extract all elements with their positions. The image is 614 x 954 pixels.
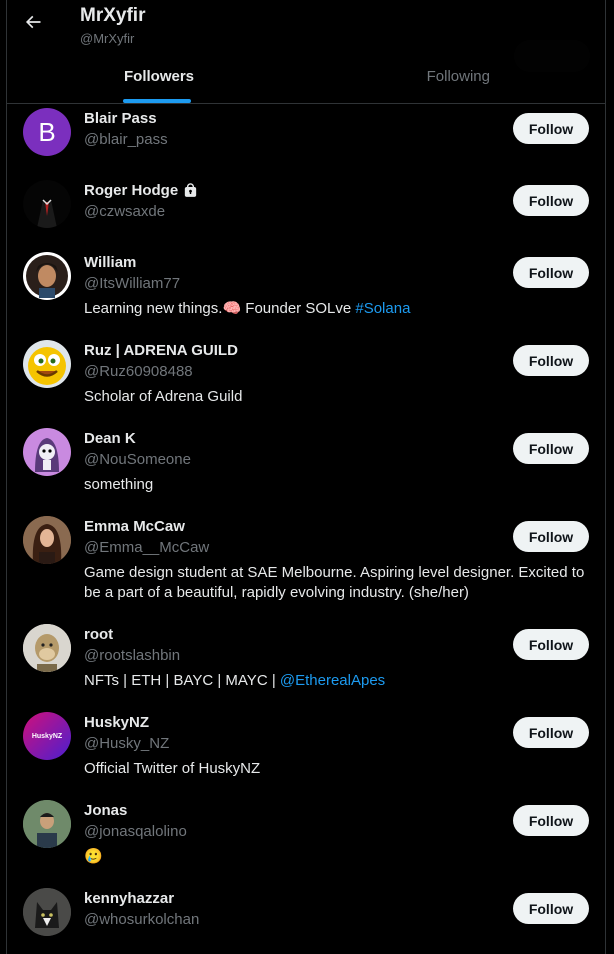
mention-link[interactable]: @EtherealApes: [280, 672, 385, 689]
tab-following[interactable]: Following: [306, 54, 605, 103]
bio-text: NFTs | ETH | BAYC | MAYC |: [84, 672, 280, 689]
ghost-avatar-icon: [35, 438, 59, 472]
follow-button[interactable]: Follow: [513, 521, 589, 552]
avatar[interactable]: [23, 888, 71, 936]
avatar[interactable]: [23, 180, 71, 228]
user-handle: @Husky_NZ: [84, 735, 170, 752]
user-handle: @blair_pass: [84, 131, 168, 148]
user-bio: something: [84, 476, 154, 493]
header-divider: [7, 103, 605, 104]
follow-button[interactable]: Follow: [513, 433, 589, 464]
suit-avatar-icon: [37, 199, 57, 228]
user-name-container[interactable]: Roger Hodge: [84, 182, 199, 199]
bio-text-continued: Founder SOLve: [241, 300, 356, 317]
list-item[interactable]: root @rootslashbin NFTs | ETH | BAYC | M…: [7, 620, 605, 708]
list-item[interactable]: William @ItsWilliam77 Learning new thing…: [7, 248, 605, 336]
avatar[interactable]: [23, 624, 71, 672]
user-handle: @rootslashbin: [84, 647, 181, 664]
avatar[interactable]: [23, 252, 71, 300]
list-item[interactable]: Jonas @jonasqalolino 🥲 Follow: [7, 796, 605, 884]
user-bio: Learning new things.🧠 Founder SOLve #Sol…: [84, 299, 589, 319]
avatar[interactable]: [23, 340, 71, 388]
user-name[interactable]: Emma McCaw: [84, 518, 185, 535]
list-item[interactable]: HuskyNZ HuskyNZ @Husky_NZ Official Twitt…: [7, 708, 605, 796]
ape-avatar-icon: [23, 624, 71, 672]
hashtag-link[interactable]: #Solana: [355, 300, 410, 317]
user-handle: @ItsWilliam77: [84, 275, 181, 292]
tab-followers-label: Followers: [124, 68, 195, 85]
user-handle: @jonasqalolino: [84, 823, 187, 840]
avatar[interactable]: [23, 516, 71, 564]
list-item[interactable]: Roger Hodge @czwsaxde Follow: [7, 176, 605, 248]
follow-button[interactable]: Follow: [513, 893, 589, 924]
list-item[interactable]: B Blair Pass @blair_pass Follow: [7, 104, 605, 176]
user-handle: @czwsaxde: [84, 203, 166, 220]
avatar[interactable]: [23, 800, 71, 848]
followers-list: B Blair Pass @blair_pass Follow Roger Ho…: [7, 104, 605, 954]
follow-button[interactable]: Follow: [513, 185, 589, 216]
user-bio: Game design student at SAE Melbourne. As…: [84, 564, 585, 601]
follow-button[interactable]: Follow: [513, 629, 589, 660]
avatar-letter-b: B: [38, 116, 56, 147]
user-bio: Scholar of Adrena Guild: [84, 388, 243, 405]
user-bio: Official Twitter of HuskyNZ: [84, 760, 261, 777]
user-name[interactable]: HuskyNZ: [84, 714, 149, 731]
top-header: MrXyfir @MrXyfir Followers Following: [7, 0, 605, 104]
tab-following-label: Following: [426, 68, 490, 85]
list-item[interactable]: Emma McCaw @Emma__McCaw Game design stud…: [7, 512, 605, 620]
lock-icon: [185, 183, 197, 197]
avatar[interactable]: [23, 428, 71, 476]
cat-photo-icon: [23, 888, 71, 936]
user-name[interactable]: Ruz | ADRENA GUILD: [84, 342, 238, 359]
cartoon-portrait-icon: [26, 255, 68, 298]
back-button[interactable]: [19, 8, 47, 36]
user-name[interactable]: Dean K: [84, 430, 136, 447]
avatar-logo-text: HuskyNZ: [31, 732, 63, 740]
user-handle: @Emma__McCaw: [84, 539, 210, 556]
back-arrow-icon: [25, 15, 41, 29]
page-title: MrXyfir: [80, 5, 146, 26]
follow-button[interactable]: Follow: [513, 257, 589, 288]
bio-text: Learning new things.: [84, 300, 223, 317]
user-bio: NFTs | ETH | BAYC | MAYC | @EtherealApes: [84, 671, 589, 691]
list-item[interactable]: kennyhazzar @whosurkolchan Follow: [7, 884, 605, 954]
user-name[interactable]: Blair Pass: [84, 110, 157, 127]
man-photo-icon: [23, 800, 71, 848]
app-frame: MrXyfir @MrXyfir Followers Following B B…: [6, 0, 606, 954]
tab-bar: Followers Following: [7, 54, 605, 103]
user-name[interactable]: kennyhazzar: [84, 890, 174, 907]
woman-photo-icon: [23, 516, 71, 564]
follow-button[interactable]: Follow: [513, 345, 589, 376]
user-name[interactable]: William: [84, 254, 136, 271]
list-item[interactable]: Dean K @NouSomeone something Follow: [7, 424, 605, 512]
user-name[interactable]: Jonas: [84, 802, 127, 819]
user-handle: @Ruz60908488: [84, 363, 193, 380]
follow-button[interactable]: Follow: [513, 717, 589, 748]
page-subtitle-handle: @MrXyfir: [80, 31, 135, 46]
user-bio: 🥲: [84, 847, 589, 867]
list-item[interactable]: Ruz | ADRENA GUILD @Ruz60908488 Scholar …: [7, 336, 605, 424]
smiling-tear-emoji: 🥲: [84, 848, 103, 865]
user-handle: @whosurkolchan: [84, 911, 200, 928]
follow-button[interactable]: Follow: [513, 113, 589, 144]
user-name[interactable]: root: [84, 626, 113, 643]
user-handle: @NouSomeone: [84, 451, 191, 468]
avatar[interactable]: HuskyNZ: [23, 712, 71, 760]
tab-followers[interactable]: Followers: [7, 54, 306, 103]
smiley-avatar-icon: [28, 347, 66, 385]
brain-emoji: 🧠: [222, 300, 242, 317]
avatar[interactable]: B: [23, 108, 71, 156]
user-name: Roger Hodge: [84, 182, 179, 199]
follow-button[interactable]: Follow: [513, 805, 589, 836]
